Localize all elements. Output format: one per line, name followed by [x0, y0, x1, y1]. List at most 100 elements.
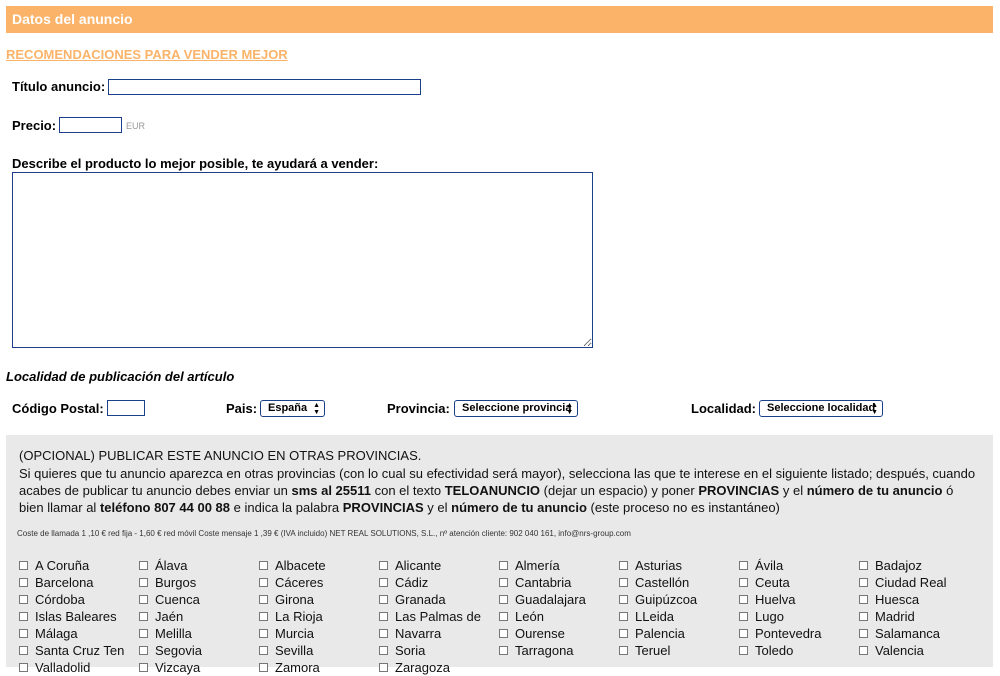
- province-option[interactable]: Cádiz: [379, 574, 428, 591]
- province-checkbox[interactable]: [139, 561, 148, 571]
- province-checkbox[interactable]: [859, 578, 868, 588]
- province-checkbox[interactable]: [859, 612, 868, 622]
- province-checkbox[interactable]: [19, 561, 28, 571]
- province-option[interactable]: La Rioja: [259, 608, 323, 625]
- province-checkbox[interactable]: [859, 561, 868, 571]
- province-checkbox[interactable]: [499, 578, 508, 588]
- province-option[interactable]: Zamora: [259, 659, 320, 676]
- province-checkbox[interactable]: [259, 578, 268, 588]
- province-checkbox[interactable]: [139, 663, 148, 673]
- province-option[interactable]: Huesca: [859, 591, 919, 608]
- province-option[interactable]: Pontevedra: [739, 625, 822, 642]
- province-checkbox[interactable]: [739, 612, 748, 622]
- province-checkbox[interactable]: [859, 629, 868, 639]
- province-checkbox[interactable]: [259, 561, 268, 571]
- province-option[interactable]: Almería: [499, 557, 560, 574]
- province-option[interactable]: Castellón: [619, 574, 689, 591]
- province-option[interactable]: Ourense: [499, 625, 565, 642]
- province-checkbox[interactable]: [499, 595, 508, 605]
- province-option[interactable]: Islas Baleares: [19, 608, 117, 625]
- province-option[interactable]: Palencia: [619, 625, 685, 642]
- province-checkbox[interactable]: [499, 629, 508, 639]
- province-option[interactable]: Málaga: [19, 625, 78, 642]
- province-option[interactable]: Teruel: [619, 642, 670, 659]
- province-option[interactable]: Barcelona: [19, 574, 94, 591]
- title-input[interactable]: [108, 79, 421, 95]
- postal-code-input[interactable]: [107, 400, 145, 416]
- province-option[interactable]: Vizcaya: [139, 659, 200, 676]
- province-option[interactable]: Las Palmas de: [379, 608, 481, 625]
- province-option[interactable]: Salamanca: [859, 625, 940, 642]
- province-option[interactable]: LLeida: [619, 608, 674, 625]
- province-checkbox[interactable]: [379, 612, 388, 622]
- province-checkbox[interactable]: [259, 663, 268, 673]
- province-checkbox[interactable]: [619, 595, 628, 605]
- province-option[interactable]: Melilla: [139, 625, 192, 642]
- province-option[interactable]: Alicante: [379, 557, 441, 574]
- province-checkbox[interactable]: [19, 595, 28, 605]
- province-checkbox[interactable]: [379, 561, 388, 571]
- province-option[interactable]: Soria: [379, 642, 425, 659]
- province-option[interactable]: Segovia: [139, 642, 202, 659]
- province-option[interactable]: León: [499, 608, 544, 625]
- province-option[interactable]: Toledo: [739, 642, 793, 659]
- province-checkbox[interactable]: [739, 595, 748, 605]
- province-option[interactable]: Córdoba: [19, 591, 85, 608]
- province-option[interactable]: Granada: [379, 591, 446, 608]
- province-checkbox[interactable]: [379, 629, 388, 639]
- province-option[interactable]: Badajoz: [859, 557, 922, 574]
- province-checkbox[interactable]: [379, 646, 388, 656]
- province-checkbox[interactable]: [499, 612, 508, 622]
- province-checkbox[interactable]: [139, 646, 148, 656]
- province-option[interactable]: Ceuta: [739, 574, 790, 591]
- province-checkbox[interactable]: [619, 612, 628, 622]
- province-checkbox[interactable]: [259, 646, 268, 656]
- recommendations-link[interactable]: RECOMENDACIONES PARA VENDER MEJOR: [6, 47, 288, 62]
- province-checkbox[interactable]: [379, 663, 388, 673]
- province-checkbox[interactable]: [619, 646, 628, 656]
- province-option[interactable]: Jaén: [139, 608, 183, 625]
- province-option[interactable]: Girona: [259, 591, 314, 608]
- province-checkbox[interactable]: [499, 646, 508, 656]
- province-checkbox[interactable]: [619, 578, 628, 588]
- province-option[interactable]: Guipúzcoa: [619, 591, 697, 608]
- province-option[interactable]: Murcia: [259, 625, 314, 642]
- province-option[interactable]: Cuenca: [139, 591, 200, 608]
- province-option[interactable]: Cantabria: [499, 574, 571, 591]
- province-option[interactable]: A Coruña: [19, 557, 89, 574]
- province-option[interactable]: Sevilla: [259, 642, 313, 659]
- province-option[interactable]: Ciudad Real: [859, 574, 947, 591]
- locality-select[interactable]: Seleccione localidad ▲ ▼: [759, 400, 883, 417]
- province-checkbox[interactable]: [739, 646, 748, 656]
- province-option[interactable]: Lugo: [739, 608, 784, 625]
- province-option[interactable]: Navarra: [379, 625, 441, 642]
- province-checkbox[interactable]: [139, 578, 148, 588]
- province-option[interactable]: Burgos: [139, 574, 196, 591]
- province-option[interactable]: Madrid: [859, 608, 915, 625]
- province-checkbox[interactable]: [739, 561, 748, 571]
- description-textarea[interactable]: [12, 172, 593, 348]
- province-option[interactable]: Albacete: [259, 557, 326, 574]
- province-checkbox[interactable]: [859, 646, 868, 656]
- province-option[interactable]: Guadalajara: [499, 591, 586, 608]
- province-checkbox[interactable]: [19, 629, 28, 639]
- province-checkbox[interactable]: [259, 612, 268, 622]
- province-checkbox[interactable]: [139, 612, 148, 622]
- province-option[interactable]: Zaragoza: [379, 659, 450, 676]
- province-checkbox[interactable]: [619, 561, 628, 571]
- province-checkbox[interactable]: [739, 629, 748, 639]
- province-checkbox[interactable]: [139, 629, 148, 639]
- province-checkbox[interactable]: [859, 595, 868, 605]
- province-checkbox[interactable]: [379, 578, 388, 588]
- province-checkbox[interactable]: [739, 578, 748, 588]
- province-option[interactable]: Cáceres: [259, 574, 323, 591]
- province-option[interactable]: Álava: [139, 557, 188, 574]
- province-option[interactable]: Huelva: [739, 591, 795, 608]
- province-checkbox[interactable]: [19, 646, 28, 656]
- province-checkbox[interactable]: [499, 561, 508, 571]
- province-option[interactable]: Santa Cruz Ten: [19, 642, 124, 659]
- country-select[interactable]: España ▲ ▼: [260, 400, 325, 417]
- province-select[interactable]: Seleccione provincia ▲ ▼: [454, 400, 578, 417]
- province-option[interactable]: Valencia: [859, 642, 924, 659]
- province-checkbox[interactable]: [259, 595, 268, 605]
